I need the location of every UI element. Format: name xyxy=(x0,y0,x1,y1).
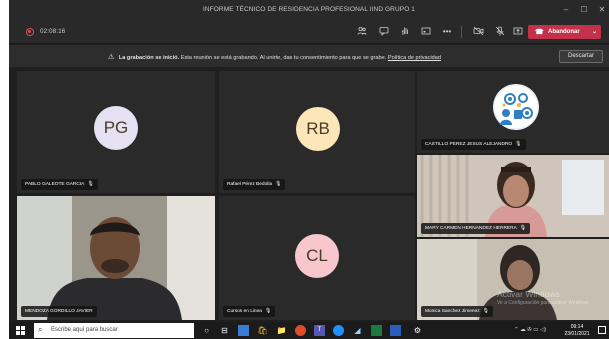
participant-video-tile[interactable]: MARY CARMEN HERNANDEZ HERRERA 🎙 xyxy=(417,155,609,237)
recording-banner: ⚠ La grabación se inició. Esta reunión s… xyxy=(9,45,609,67)
microphone-off-icon: 🎙 xyxy=(264,308,272,314)
clock[interactable]: 09:14 23/01/2021 xyxy=(561,324,593,337)
microphone-off-icon: 🎙 xyxy=(515,141,522,147)
chevron-down-icon[interactable]: ⌄ xyxy=(592,28,597,35)
participant-name: MENDOZA GORDILLO JAVIER xyxy=(21,306,97,317)
leave-meeting-button[interactable]: ☎ Abandonar ⌄ xyxy=(528,25,601,39)
microphone-off-icon: 🎙 xyxy=(275,181,282,187)
close-window-button[interactable]: ✕ xyxy=(595,0,609,20)
microphone-off-icon[interactable] xyxy=(494,26,506,38)
participant-name: MARY CARMEN HERNANDEZ HERRERA 🎙 xyxy=(421,223,531,234)
raise-hand-icon[interactable] xyxy=(399,26,411,38)
privacy-policy-link[interactable]: Política de privacidad xyxy=(388,55,441,61)
recording-message: Esta reunión se está grabando. Al unirte… xyxy=(180,55,387,61)
participant-name: Rafael Pérez Bedolla 🎙 xyxy=(223,179,286,190)
gears-profile-avatar-icon xyxy=(493,84,539,130)
avatar: PG xyxy=(94,106,138,150)
taskbar-search-box[interactable]: ⌕ Escribe aquí para buscar xyxy=(34,323,194,338)
participant-name: CASTILLO PEREZ JESUS ALEJANDRO 🎙 xyxy=(421,139,526,150)
excel-icon[interactable] xyxy=(371,325,382,336)
microphone-off-icon: 🎙 xyxy=(87,181,94,187)
microphone-off-icon: 🎙 xyxy=(482,308,490,314)
rooms-icon[interactable] xyxy=(420,26,432,38)
more-options-icon[interactable]: ••• xyxy=(441,26,453,38)
notification-icon[interactable] xyxy=(598,326,606,334)
participant-tile[interactable]: CASTILLO PEREZ JESUS ALEJANDRO 🎙 xyxy=(417,71,609,153)
system-tray-icons[interactable]: ⌃ ☁ ✇ ▭ ◁) xyxy=(514,327,546,333)
store-app-icon[interactable]: 🛍 xyxy=(257,325,268,336)
file-explorer-icon[interactable]: 📁 xyxy=(276,325,287,336)
teams-icon[interactable]: T xyxy=(314,325,325,336)
share-screen-icon[interactable] xyxy=(512,26,524,38)
minimize-button[interactable]: – xyxy=(559,0,573,20)
taskbar-search-placeholder: Escribe aquí para buscar xyxy=(51,327,118,333)
recording-indicator-icon xyxy=(26,28,34,36)
meeting-timer: 02:08:16 xyxy=(40,28,66,35)
search-icon: ⌕ xyxy=(38,325,43,334)
word-icon[interactable] xyxy=(390,325,401,336)
participant-name: PABLO GALEOTE GARCIA 🎙 xyxy=(21,179,98,190)
participant-name: Monica Sanchez Jimenez 🎙 xyxy=(421,306,494,317)
cortana-icon[interactable]: ○ xyxy=(201,325,212,336)
leave-button-label: Abandonar xyxy=(548,29,580,35)
teams-meeting-window: INFORME TÉCNICO DE RESIDENCIA PROFESIONA… xyxy=(9,0,609,322)
phone-hangup-icon: ☎ xyxy=(535,29,544,36)
task-view-icon[interactable]: ⊟ xyxy=(219,325,230,336)
participant-tile[interactable]: PG PABLO GALEOTE GARCIA 🎙 xyxy=(17,71,215,193)
avatar: RB xyxy=(296,107,340,151)
participant-name: Cursos en Linea 🎙 xyxy=(223,306,276,317)
firefox-icon[interactable] xyxy=(295,325,306,336)
meeting-toolbar: 02:08:16 ••• ☎ Abandonar ⌄ xyxy=(9,20,609,44)
calculator-app-icon[interactable] xyxy=(238,325,249,336)
windows-start-icon[interactable] xyxy=(16,326,25,335)
camera-off-icon[interactable] xyxy=(472,26,484,38)
video-feed-image xyxy=(17,196,215,320)
settings-gear-icon[interactable]: ⚙ xyxy=(412,325,423,336)
activate-windows-watermark: Activar Windows Ve a Configuración para … xyxy=(497,289,590,306)
participant-tile[interactable]: CL Cursos en Linea 🎙 xyxy=(219,196,415,320)
recording-banner-text: ⚠ La grabación se inició. Esta reunión s… xyxy=(108,53,441,61)
chat-icon[interactable] xyxy=(378,26,390,38)
participant-video-tile[interactable]: MENDOZA GORDILLO JAVIER xyxy=(17,196,215,320)
window-title: INFORME TÉCNICO DE RESIDENCIA PROFESIONA… xyxy=(203,6,415,13)
maximize-button[interactable]: ☐ xyxy=(577,0,591,20)
participant-tile[interactable]: RB Rafael Pérez Bedolla 🎙 xyxy=(219,71,415,193)
participants-icon[interactable] xyxy=(356,26,368,38)
app-icon[interactable]: ◢ xyxy=(352,325,363,336)
dismiss-button[interactable]: Descartar xyxy=(559,50,603,63)
warning-icon: ⚠ xyxy=(108,54,115,61)
edge-icon[interactable] xyxy=(333,325,344,336)
participant-video-tile[interactable]: Monica Sanchez Jimenez 🎙 xyxy=(417,239,609,320)
avatar: CL xyxy=(295,234,339,278)
microphone-off-icon: 🎙 xyxy=(519,225,527,231)
windows-taskbar: ⌕ Escribe aquí para buscar ○ ⊟ 🛍 📁 T ◢ ⚙… xyxy=(9,322,609,339)
title-bar: INFORME TÉCNICO DE RESIDENCIA PROFESIONA… xyxy=(9,0,609,20)
recording-started-label: La grabación se inició. xyxy=(118,55,180,61)
